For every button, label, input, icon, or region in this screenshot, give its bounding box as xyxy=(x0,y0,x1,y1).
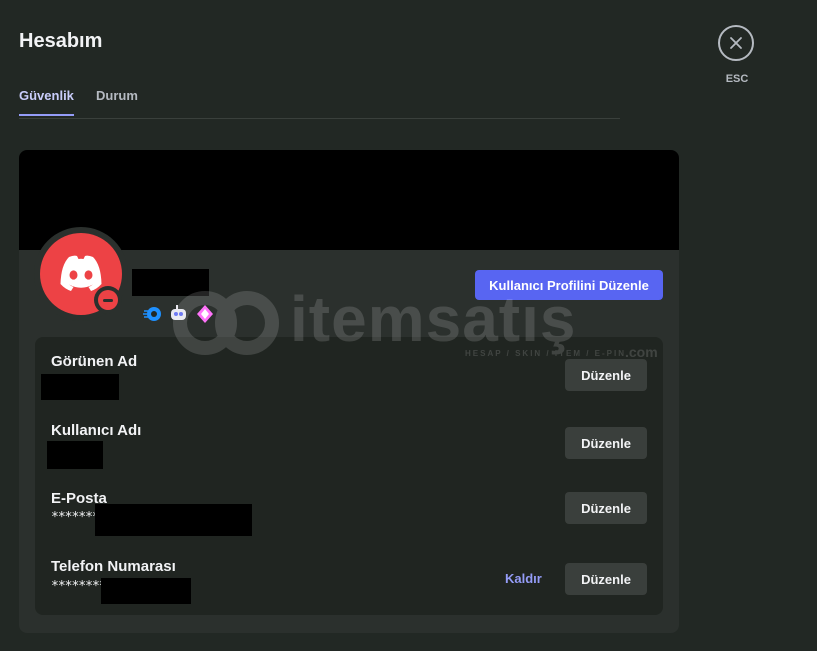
close-button[interactable] xyxy=(718,25,754,61)
profile-banner xyxy=(19,150,679,250)
phone-masked-value: ******** xyxy=(51,579,107,594)
email-masked-value: ******* xyxy=(51,510,100,525)
close-icon xyxy=(730,37,742,49)
edit-profile-button[interactable]: Kullanıcı Profilini Düzenle xyxy=(475,270,663,300)
close-control: ESC xyxy=(718,25,756,85)
username-value-redacted xyxy=(47,441,103,469)
profile-badges xyxy=(143,304,215,324)
tab-durum[interactable]: Durum xyxy=(96,88,138,114)
page-title: Hesabım xyxy=(19,30,103,52)
remove-phone-link[interactable]: Kaldır xyxy=(505,571,542,586)
status-badge xyxy=(94,286,122,314)
field-display-name: Görünen Ad Düzenle xyxy=(35,353,663,413)
field-phone: Telefon Numarası ******** Kaldır Düzenle xyxy=(35,558,663,618)
account-card: Kullanıcı Profilini Düzenle Görünen Ad D… xyxy=(19,150,679,633)
edit-email-button[interactable]: Düzenle xyxy=(565,492,647,524)
esc-label: ESC xyxy=(725,73,749,85)
field-label-username: Kullanıcı Adı xyxy=(51,422,142,439)
boost-badge-icon[interactable] xyxy=(195,304,215,324)
account-fields: Görünen Ad Düzenle Kullanıcı Adı Düzenle… xyxy=(35,337,663,615)
dnd-dash xyxy=(103,298,113,302)
edit-display-name-button[interactable]: Düzenle xyxy=(565,359,647,391)
dnd-status-icon xyxy=(98,290,118,310)
tab-guvenlik[interactable]: Güvenlik xyxy=(19,88,74,116)
edit-phone-button[interactable]: Düzenle xyxy=(565,563,647,595)
email-value-redacted xyxy=(95,504,252,536)
field-username: Kullanıcı Adı Düzenle xyxy=(35,422,663,482)
display-name-redacted xyxy=(132,269,209,296)
field-label-phone: Telefon Numarası xyxy=(51,558,176,575)
phone-value-redacted xyxy=(101,578,191,604)
nitro-badge-icon[interactable] xyxy=(143,304,163,324)
field-email: E-Posta ******* Düzenle xyxy=(35,490,663,550)
quest-badge-icon[interactable] xyxy=(169,304,189,324)
edit-username-button[interactable]: Düzenle xyxy=(565,427,647,459)
discord-logo-icon xyxy=(60,255,102,291)
tab-bar: Güvenlik Durum xyxy=(19,86,620,119)
field-label-display-name: Görünen Ad xyxy=(51,353,138,370)
display-name-value-redacted xyxy=(41,374,119,400)
